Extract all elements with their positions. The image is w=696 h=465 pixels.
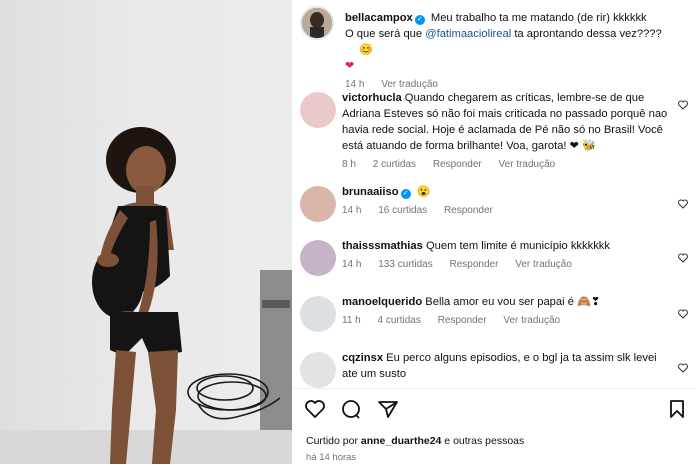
post-time: 14 h [345, 79, 365, 90]
author-avatar[interactable] [300, 6, 334, 40]
comment-reply-button[interactable]: Responder [450, 259, 499, 270]
comment-reply-button[interactable]: Responder [444, 205, 493, 216]
caption-text-post: ta aprontando dessa vez???? [511, 28, 662, 40]
comment-reply-button[interactable]: Responder [433, 159, 482, 170]
comment-icon[interactable] [340, 399, 362, 419]
post-see-translation[interactable]: Ver tradução [381, 79, 438, 90]
caption-text-pre: O que será que [345, 28, 426, 40]
post-actions-bar: Curtido por anne_duarthe24 e outras pess… [292, 388, 696, 465]
comment-text: 😮 [416, 186, 431, 198]
photo-illustration [0, 127, 292, 464]
caption-emoji: 😊 [359, 44, 373, 56]
comment-avatar[interactable] [300, 240, 336, 276]
comment-time: 11 h [342, 315, 361, 326]
comment-username[interactable]: victorhucla [342, 92, 402, 104]
comment-like-heart-icon[interactable] [678, 309, 688, 319]
liked-by-suffix: e outras pessoas [441, 435, 525, 447]
comment-likes[interactable]: 133 curtidas [378, 259, 432, 270]
caption-line-1: Meu trabalho ta me matando (de rir) kkkk… [430, 12, 647, 24]
comment-likes[interactable]: 2 curtidas [373, 159, 416, 170]
comment-username[interactable]: cqzinsx [342, 352, 383, 364]
liked-by-text: Curtido por anne_duarthe24 e outras pess… [306, 435, 524, 447]
verified-badge-icon: ✓ [414, 15, 425, 25]
post-photo [0, 0, 292, 464]
caption-mention-link[interactable]: @fatimaaciolireal [425, 28, 511, 40]
verified-badge-icon: ✓ [400, 189, 411, 199]
comment-like-heart-icon[interactable] [678, 363, 688, 373]
comment-username[interactable]: brunaaiiso [342, 186, 399, 198]
comment-username[interactable]: thaisssmathias [342, 240, 423, 252]
post-age: há 14 horas [306, 452, 357, 463]
comment-like-heart-icon[interactable] [678, 253, 688, 263]
comment-text: Eu perco alguns episodios, e o bgl ja ta… [342, 352, 657, 380]
comment-time: 14 h [342, 259, 362, 270]
comment-text: Bella amor eu vou ser papai é 🙈❣ [425, 296, 601, 308]
comment-username[interactable]: manoelquerido [342, 296, 422, 308]
bookmark-icon[interactable] [668, 399, 686, 419]
comment-like-heart-icon[interactable] [678, 199, 688, 209]
comment-see-translation[interactable]: Ver tradução [515, 259, 572, 270]
post-caption: bellacampox ✓ Meu trabalho ta me matando … [345, 10, 685, 90]
comment-likes[interactable]: 16 curtidas [378, 205, 427, 216]
liked-by-prefix: Curtido por [306, 435, 361, 447]
comment-likes[interactable]: 4 curtidas [378, 315, 421, 326]
comment-time: 8 h [342, 159, 356, 170]
comment-time: 14 h [342, 205, 362, 216]
comment-see-translation[interactable]: Ver tradução [499, 159, 556, 170]
caption-heart-emoji: ❤ [345, 60, 355, 72]
comment-reply-button[interactable]: Responder [438, 315, 487, 326]
author-username[interactable]: bellacampox [345, 12, 413, 24]
comment-avatar[interactable] [300, 352, 336, 388]
comment-text: Quem tem limite é município kkkkkkk [425, 240, 610, 252]
comment-avatar[interactable] [300, 92, 336, 128]
like-heart-icon[interactable] [304, 399, 326, 419]
comment-avatar[interactable] [300, 296, 336, 332]
share-icon[interactable] [377, 399, 399, 419]
comment-like-heart-icon[interactable] [678, 100, 688, 110]
comment-see-translation[interactable]: Ver tradução [503, 315, 560, 326]
comment-avatar[interactable] [300, 186, 336, 222]
liked-by-user[interactable]: anne_duarthe24 [361, 435, 442, 447]
